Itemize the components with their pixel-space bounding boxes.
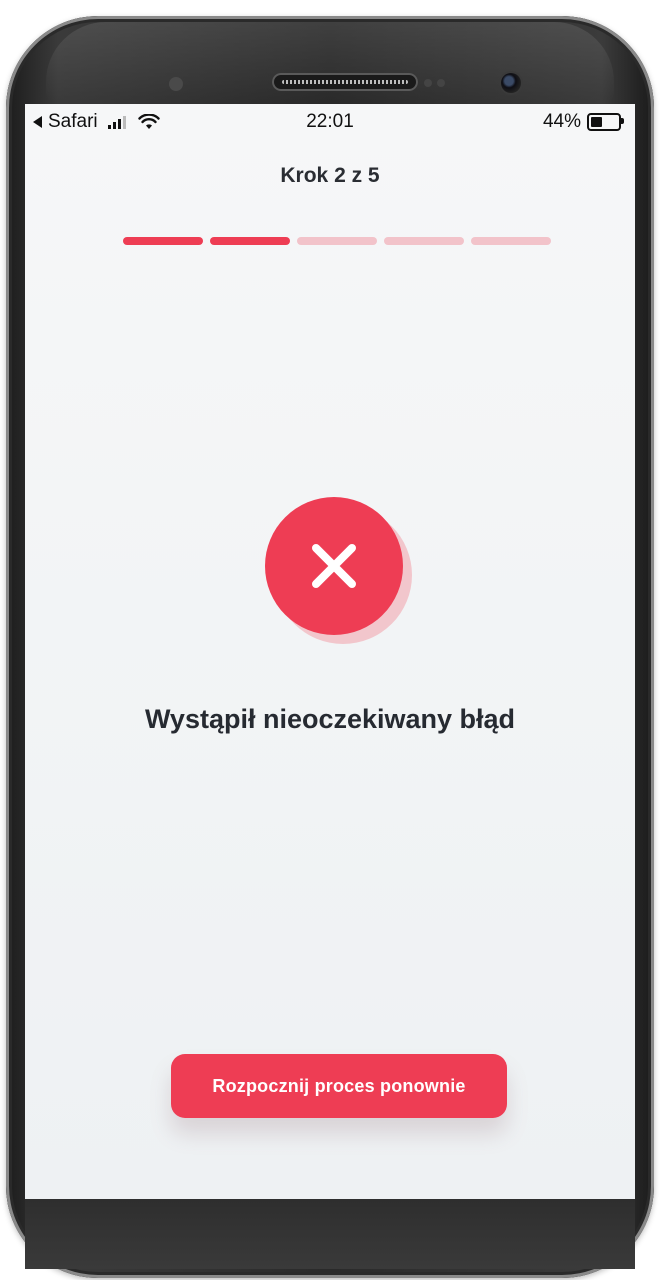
progress-segment-3 (297, 237, 377, 245)
proximity-sensor (424, 79, 432, 87)
step-progress (123, 237, 551, 245)
progress-segment-4 (384, 237, 464, 245)
earpiece-speaker (272, 73, 418, 91)
error-badge (265, 497, 403, 635)
screen: Safari 22:01 44% Krok 2 z 5 Wystąpił nie… (25, 104, 635, 1199)
progress-segment-2 (210, 237, 290, 245)
front-sensor (169, 77, 183, 91)
bottom-bezel (25, 1199, 635, 1269)
progress-segment-1 (123, 237, 203, 245)
battery-icon (587, 113, 624, 131)
step-title: Krok 2 z 5 (280, 164, 380, 187)
front-camera (501, 73, 521, 93)
light-sensor (437, 79, 445, 87)
close-icon (312, 544, 356, 588)
progress-segment-5 (471, 237, 551, 245)
error-message: Wystąpił nieoczekiwany błąd (144, 704, 516, 734)
battery-percent: 44% (542, 111, 581, 132)
restart-process-button[interactable]: Rozpocznij proces ponownie (171, 1054, 507, 1118)
status-right: 44% (542, 111, 624, 133)
status-bar: Safari 22:01 44% (25, 104, 635, 138)
